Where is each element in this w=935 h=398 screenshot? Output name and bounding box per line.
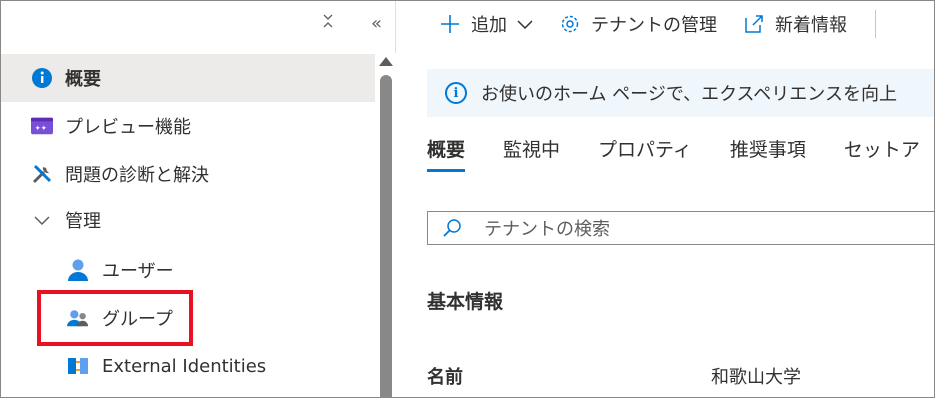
sidebar-item-users[interactable]: ユーザー <box>1 246 375 294</box>
banner-text: お使いのホーム ページで、エクスペリエンスを向上 <box>481 84 897 105</box>
command-bar: 追加 テナントの管理 新着情報 <box>397 1 934 47</box>
tab-properties[interactable]: プロパティ <box>598 129 692 177</box>
manage-tenants-label: テナントの管理 <box>591 15 717 36</box>
sidebar-item-label: 問題の診断と解決 <box>65 165 209 186</box>
name-value: 和歌山大学 <box>711 367 801 388</box>
collapse-all-icon[interactable] <box>321 13 335 34</box>
whats-new-label: 新着情報 <box>775 15 847 36</box>
sidebar-item-label: プレビュー機能 <box>65 117 191 138</box>
preview-features-icon: ✦✦ <box>31 115 53 137</box>
sidebar-item-label: External Identities <box>102 355 267 377</box>
tenant-search-input[interactable]: テナントの検索 <box>427 211 934 245</box>
search-icon <box>442 218 462 238</box>
sidebar-item-label: ユーザー <box>102 261 174 282</box>
whats-new-button[interactable]: 新着情報 <box>743 11 847 37</box>
info-icon <box>31 67 53 89</box>
scroll-up-arrow-icon[interactable] <box>379 57 393 66</box>
gear-icon <box>559 13 581 35</box>
toolbar-divider <box>875 10 876 38</box>
external-identities-icon <box>67 355 89 377</box>
tab-overview[interactable]: 概要 <box>427 129 466 177</box>
annotation-highlight-box <box>37 290 193 346</box>
sidebar-group-manage[interactable]: 管理 <box>1 196 375 244</box>
basic-info-heading: 基本情報 <box>427 291 504 313</box>
tab-monitoring[interactable]: 監視中 <box>503 129 560 177</box>
sidebar-item-label: 管理 <box>65 211 101 232</box>
chevron-down-icon <box>517 19 533 29</box>
info-circle-icon: i <box>445 82 467 104</box>
nav-scrollbar[interactable] <box>375 53 396 397</box>
sidebar-item-label: 概要 <box>65 69 101 90</box>
user-icon <box>67 259 89 281</box>
tab-recommendations[interactable]: 推奨事項 <box>730 129 806 177</box>
name-label: 名前 <box>427 367 463 388</box>
info-banner: i お使いのホーム ページで、エクスペリエンスを向上 <box>427 69 934 117</box>
svg-text:✦✦: ✦✦ <box>35 124 47 133</box>
search-placeholder: テナントの検索 <box>484 219 610 240</box>
plus-icon <box>439 13 461 35</box>
collapse-menu-icon[interactable]: « <box>371 13 382 34</box>
external-link-icon <box>743 13 765 35</box>
sidebar-item-diagnose-solve[interactable]: 問題の診断と解決 <box>1 150 375 198</box>
main-content: 追加 テナントの管理 新着情報 i お使いのホーム ページで、エクスペリエンスを… <box>397 1 934 397</box>
overview-tabs: 概要 監視中 プロパティ 推奨事項 セットア <box>427 129 934 177</box>
wrench-screwdriver-icon <box>31 163 53 185</box>
manage-tenants-button[interactable]: テナントの管理 <box>559 11 717 37</box>
scroll-thumb[interactable] <box>380 75 392 397</box>
chevron-down-icon <box>31 209 53 231</box>
tab-setup[interactable]: セットア <box>844 129 920 177</box>
window-frame: « 概要 ✦✦ プレビュー機能 問題の診断と解決 管理 ユーザー グループ Ex… <box>0 0 935 398</box>
add-label: 追加 <box>471 15 507 36</box>
sidebar-item-external-identities[interactable]: External Identities <box>1 342 375 390</box>
add-button[interactable]: 追加 <box>439 11 533 37</box>
sidebar-item-preview-features[interactable]: ✦✦ プレビュー機能 <box>1 102 375 150</box>
sidebar-item-overview[interactable]: 概要 <box>1 54 375 102</box>
